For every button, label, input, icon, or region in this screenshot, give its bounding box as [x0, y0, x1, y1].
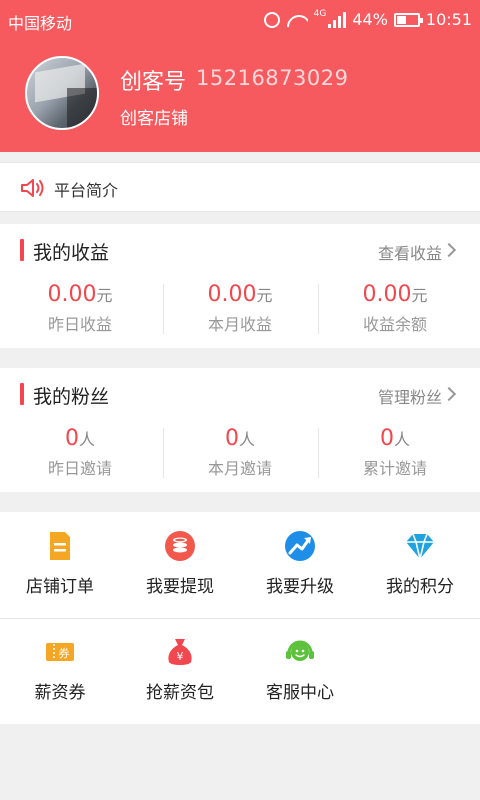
signal-icon	[328, 11, 347, 28]
profile-header: 中国移动 4G 44% 10:51 创客号 15216873029 创客店铺	[0, 0, 480, 152]
menu-label: 客服中心	[266, 683, 334, 703]
clock: 10:51	[425, 10, 472, 29]
menu-withdraw[interactable]: 我要提现	[120, 512, 240, 618]
menu-customer-service[interactable]: 客服中心	[240, 618, 360, 724]
battery-percent: 44%	[352, 10, 388, 29]
coupon-icon: 券	[46, 643, 74, 661]
coupon-icon-text: 券	[59, 646, 70, 660]
function-grid: 店铺订单 我要提现 我要升级 我的积分 券 薪资券 ¥ 抢薪资包 客服中心	[0, 512, 480, 724]
stat-unit: 元	[96, 286, 113, 305]
platform-intro-row[interactable]: 平台简介	[0, 162, 480, 212]
stat-value: 0.00	[47, 282, 97, 307]
order-document-icon	[50, 532, 70, 560]
stat-unit: 人	[78, 430, 95, 449]
stat-value: 0	[64, 426, 79, 451]
menu-grab-salary-pack[interactable]: ¥ 抢薪资包	[120, 618, 240, 724]
stat-unit: 元	[411, 286, 428, 305]
status-bar: 中国移动 4G 44% 10:51	[0, 0, 480, 40]
stat-label: 收益余额	[362, 315, 427, 334]
earnings-card: 我的收益 查看收益 0.00元 昨日收益 0.00元 本月收益 0.00元 收益…	[0, 224, 480, 348]
stat-value: 0	[379, 426, 394, 451]
chevron-right-icon[interactable]	[441, 386, 457, 402]
carrier-name: 中国移动	[8, 14, 73, 33]
coins-icon	[165, 531, 195, 561]
stat-label: 本月收益	[207, 315, 272, 334]
manage-fans-link[interactable]: 管理粉丝	[378, 384, 442, 408]
money-bag-icon: ¥	[168, 639, 192, 665]
earnings-title: 我的收益	[33, 242, 110, 264]
stat-label: 本月邀请	[207, 459, 272, 478]
menu-salary-coupon[interactable]: 券 薪资券	[0, 618, 120, 724]
stat-month-earnings[interactable]: 0.00元 本月收益	[160, 282, 320, 335]
money-bag-icon-text: ¥	[177, 650, 184, 663]
stat-yesterday-invites[interactable]: 0人 昨日邀请	[0, 426, 160, 479]
menu-label: 抢薪资包	[146, 683, 214, 703]
view-earnings-link[interactable]: 查看收益	[378, 240, 442, 264]
stat-unit: 人	[393, 430, 410, 449]
avatar[interactable]	[25, 56, 99, 130]
platform-intro-label: 平台简介	[54, 181, 119, 200]
upgrade-trend-icon	[285, 531, 315, 561]
menu-label: 店铺订单	[26, 577, 94, 597]
speaker-icon	[21, 179, 44, 197]
network-type: 4G	[313, 8, 327, 19]
wifi-icon	[286, 12, 308, 28]
profile-shop: 创客店铺	[120, 109, 188, 129]
stat-month-invites[interactable]: 0人 本月邀请	[160, 426, 320, 479]
menu-label: 我的积分	[386, 577, 454, 597]
profile-name: 创客号	[120, 70, 187, 95]
section-accent-bar	[20, 239, 24, 261]
fans-title: 我的粉丝	[33, 386, 110, 408]
fans-card: 我的粉丝 管理粉丝 0人 昨日邀请 0人 本月邀请 0人 累计邀请	[0, 368, 480, 492]
stat-yesterday-earnings[interactable]: 0.00元 昨日收益	[0, 282, 160, 335]
stat-value: 0	[224, 426, 239, 451]
menu-upgrade[interactable]: 我要升级	[240, 512, 360, 618]
customer-service-icon	[286, 640, 314, 661]
menu-label: 我要升级	[266, 577, 334, 597]
stat-unit: 元	[256, 286, 273, 305]
stat-unit: 人	[238, 430, 255, 449]
menu-label: 我要提现	[146, 577, 214, 597]
alarm-icon	[263, 11, 280, 28]
stat-label: 累计邀请	[362, 459, 427, 478]
stat-value: 0.00	[362, 282, 412, 307]
diamond-icon	[406, 533, 434, 560]
stat-value: 0.00	[207, 282, 257, 307]
stat-total-invites[interactable]: 0人 累计邀请	[315, 426, 475, 479]
stat-balance[interactable]: 0.00元 收益余额	[315, 282, 475, 335]
section-accent-bar	[20, 383, 24, 405]
menu-store-orders[interactable]: 店铺订单	[0, 512, 120, 618]
menu-label: 薪资券	[34, 683, 86, 703]
profile-phone: 15216873029	[196, 66, 349, 90]
menu-points[interactable]: 我的积分	[360, 512, 480, 618]
stat-label: 昨日邀请	[47, 459, 112, 478]
battery-icon	[393, 12, 423, 27]
stat-label: 昨日收益	[47, 315, 112, 334]
chevron-right-icon[interactable]	[441, 242, 457, 258]
